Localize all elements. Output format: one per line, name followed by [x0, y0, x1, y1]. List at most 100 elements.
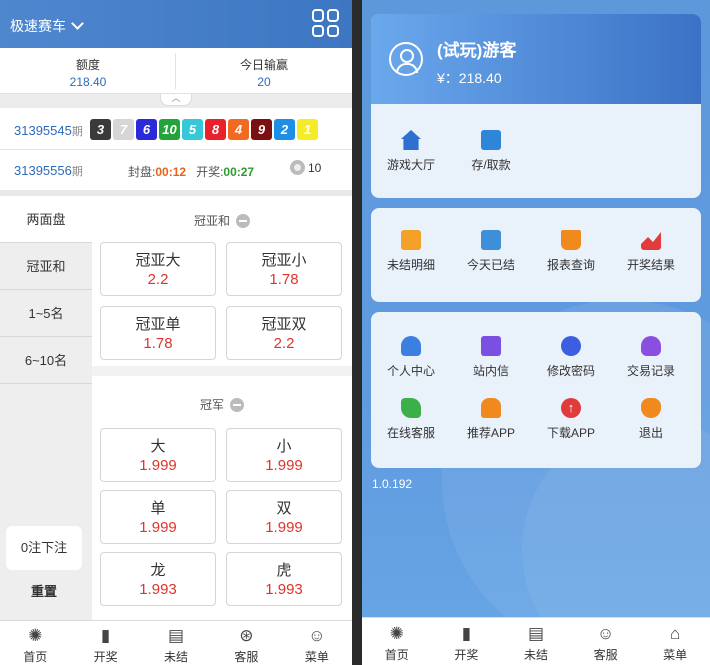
game-name: 极速赛车 [10, 18, 66, 34]
nav-label: 首页 [23, 650, 48, 664]
game-hall-button[interactable]: 游戏大厅 [371, 130, 451, 173]
bet-odds: 1.999 [139, 519, 177, 536]
chat-icon [401, 398, 421, 418]
nav-label: 未结 [523, 648, 548, 662]
nav-unsettled[interactable]: ▤ 未结 [501, 618, 571, 665]
menu-item-rank-6-10[interactable]: 6~10名 [0, 337, 92, 384]
item-label: 修改密码 [546, 364, 595, 378]
nav-draw[interactable]: ▮ 开奖 [70, 621, 140, 665]
nav-service[interactable]: ☺ 客服 [571, 618, 641, 665]
prev-issue-suffix: 期 [71, 126, 83, 138]
draw-ball: 9 [251, 119, 272, 140]
bet-odds: 1.999 [139, 457, 177, 474]
collapse-toggle[interactable]: ︿ [160, 94, 192, 106]
collapse-icon[interactable] [236, 213, 250, 228]
odds-cell[interactable]: 冠亚单 1.78 [100, 306, 216, 360]
menu-item-sum[interactable]: 冠亚和 [0, 243, 92, 290]
list-icon [401, 230, 421, 250]
chart-icon: ▮ [461, 624, 472, 643]
wallet-icon [481, 130, 501, 150]
nav-label: 开奖 [93, 650, 118, 664]
odds-area: 冠亚和 冠亚大 2.2 冠亚小 1.78 冠亚单 1.78 冠亚双 2.2 冠军 大 1.… [92, 196, 352, 620]
account-links-row1: 个人中心 站内信 修改密码 交易记录 [371, 336, 701, 379]
download-icon: ↑ [561, 398, 581, 418]
nav-menu[interactable]: ⌂ 菜单 [640, 618, 710, 665]
bet-name: 单 [150, 500, 166, 517]
deposit-withdraw-button[interactable]: 存/取款 [451, 130, 531, 173]
nav-home[interactable]: ✺ 首页 [362, 618, 432, 665]
trend-icon [641, 232, 661, 250]
report-query-button[interactable]: 报表查询 [531, 230, 611, 273]
settled-today-button[interactable]: 今天已结 [451, 230, 531, 273]
odds-cell[interactable]: 冠亚小 1.78 [226, 242, 342, 296]
download-app-button[interactable]: ↑ 下载APP [531, 398, 611, 441]
odds-cell[interactable]: 双 1.999 [226, 490, 342, 544]
draw-results-button[interactable]: 开奖结果 [611, 230, 691, 273]
inbox-button[interactable]: 站内信 [451, 336, 531, 379]
reset-button[interactable]: 重置 [6, 574, 82, 610]
collapse-icon[interactable] [230, 397, 244, 412]
item-label: 游戏大厅 [386, 158, 435, 172]
odds-cell[interactable]: 虎 1.993 [226, 552, 342, 606]
item-label: 未结明细 [386, 258, 435, 272]
open-time: 00:27 [223, 165, 255, 179]
odds-cell[interactable]: 单 1.999 [100, 490, 216, 544]
odds-cell[interactable]: 龙 1.993 [100, 552, 216, 606]
grid-menu-icon[interactable] [312, 9, 340, 37]
exit-icon [641, 398, 661, 418]
betting-page: 极速赛车 额度 218.40 今日输赢 20 ︿ 31395545期 3 7 6 10… [0, 0, 352, 665]
service-icon: ⊛ [239, 626, 254, 645]
bet-odds: 1.78 [269, 271, 299, 288]
change-password-button[interactable]: 修改密码 [531, 336, 611, 379]
nav-label: 菜单 [663, 648, 688, 662]
nav-service[interactable]: ⊛ 客服 [211, 621, 281, 665]
odds-cell[interactable]: 冠亚大 2.2 [100, 242, 216, 296]
online-service-button[interactable]: 在线客服 [371, 398, 451, 441]
draw-ball: 5 [182, 119, 203, 140]
section-title: 冠亚和 [193, 214, 230, 228]
transactions-button[interactable]: 交易记录 [611, 336, 691, 379]
game-selector[interactable]: 极速赛车 [10, 16, 84, 36]
menu-item-two-sides[interactable]: 两面盘 [0, 196, 92, 243]
odds-cell[interactable]: 小 1.999 [226, 428, 342, 482]
draw-ball: 7 [113, 119, 134, 140]
refresh-counter[interactable]: 10 [290, 160, 321, 176]
personal-center-button[interactable]: 个人中心 [371, 336, 451, 379]
play-type-menu: 两面盘 冠亚和 1~5名 6~10名 0注下注 重置 [0, 196, 92, 620]
quota-value: 218.40 [69, 75, 107, 89]
unsettled-details-button[interactable]: 未结明细 [371, 230, 451, 273]
bottom-nav: ✺ 首页 ▮ 开奖 ▤ 未结 ⊛ 客服 ☺ 菜单 [0, 620, 352, 665]
item-label: 退出 [638, 426, 663, 440]
home-icon: ✺ [389, 624, 404, 643]
game-header: 极速赛车 [0, 0, 352, 48]
nav-home[interactable]: ✺ 首页 [0, 621, 70, 665]
nav-menu[interactable]: ☺ 菜单 [282, 621, 352, 665]
recommend-app-button[interactable]: 推荐APP [451, 398, 531, 441]
item-label: 站内信 [472, 364, 509, 378]
user-menu-page: (试玩)游客 ¥：218.40 游戏大厅 存/取款 未结明细 今天已结 报表查询… [362, 0, 710, 665]
records-links: 未结明细 今天已结 报表查询 开奖结果 [371, 230, 701, 273]
draw-ball: 4 [228, 119, 249, 140]
bet-name: 龙 [150, 562, 166, 579]
item-label: 交易记录 [626, 364, 675, 378]
odds-cell[interactable]: 大 1.999 [100, 428, 216, 482]
menu-icon: ☺ [308, 626, 326, 645]
bet-count-button[interactable]: 0注下注 [6, 526, 82, 570]
account-info: 额度 218.40 今日输赢 20 [0, 48, 352, 94]
nav-label: 开奖 [454, 648, 479, 662]
bet-name: 冠亚大 [135, 252, 181, 269]
draw-ball: 2 [274, 119, 295, 140]
account-card: 个人中心 站内信 修改密码 交易记录 在线客服 推荐APP ↑ 下载APP 退出 [371, 312, 701, 468]
logout-button[interactable]: 退出 [611, 398, 691, 441]
odds-cell[interactable]: 冠亚双 2.2 [226, 306, 342, 360]
version-text: 1.0.192 [372, 477, 413, 491]
menu-item-rank-1-5[interactable]: 1~5名 [0, 290, 92, 337]
user-balance: ¥：218.40 [437, 70, 502, 86]
previous-draw: 31395545期 3 7 6 10 5 8 4 9 2 1 [0, 108, 352, 150]
bottom-nav: ✺ 首页 ▮ 开奖 ▤ 未结 ☺ 客服 ⌂ 菜单 [362, 617, 710, 665]
nav-unsettled[interactable]: ▤ 未结 [141, 621, 211, 665]
collapse-band: ︿ [0, 94, 352, 108]
draw-ball: 8 [205, 119, 226, 140]
nav-draw[interactable]: ▮ 开奖 [432, 618, 502, 665]
bet-name: 冠亚小 [261, 252, 307, 269]
